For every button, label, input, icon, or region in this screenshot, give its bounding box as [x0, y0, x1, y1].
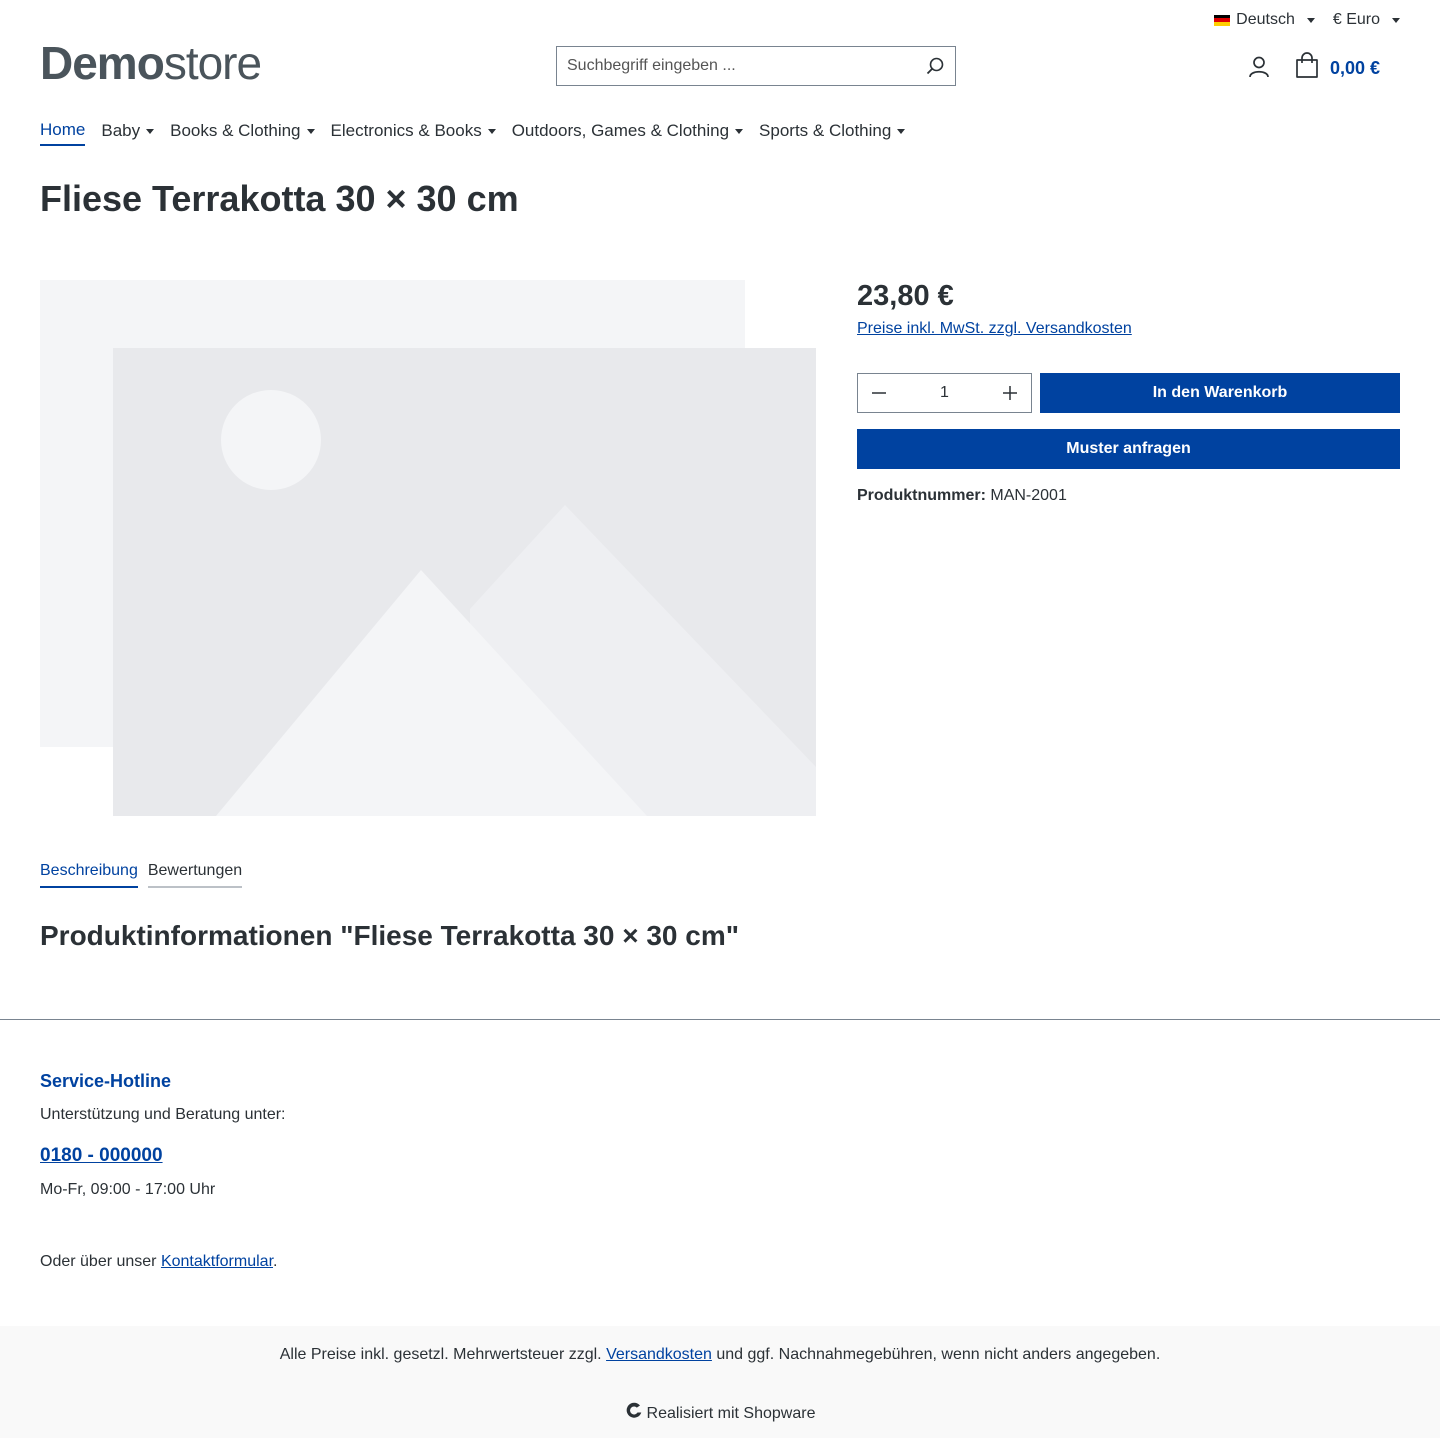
service-hotline-text: Unterstützung und Beratung unter: — [40, 1106, 286, 1123]
search-bar — [556, 46, 956, 86]
tab-description[interactable]: Beschreibung — [40, 862, 138, 888]
vat-notice: Alle Preise inkl. gesetzl. Mehrwertsteue… — [0, 1346, 1440, 1364]
nav-item-sports-clothing[interactable]: Sports & Clothing — [759, 120, 906, 146]
footer-bottom-bar: Alle Preise inkl. gesetzl. Mehrwertsteue… — [0, 1326, 1440, 1438]
contact-line: Oder über unser Kontaktformular. — [40, 1253, 277, 1271]
hotline-hours: Mo-Fr, 09:00 - 17:00 Uhr — [40, 1181, 216, 1198]
chevron-down-icon — [487, 128, 496, 134]
logo-light: store — [163, 37, 262, 89]
minus-icon[interactable] — [858, 374, 900, 412]
chevron-down-icon — [146, 128, 155, 134]
product-number-label: Produktnummer: — [857, 487, 986, 504]
logo[interactable]: Demostore — [40, 37, 262, 89]
top-bar: Deutsch € Euro — [1214, 8, 1400, 32]
cart-button[interactable]: 0,00 € — [1294, 52, 1380, 85]
add-to-cart-button[interactable]: In den Warenkorb — [1040, 373, 1400, 413]
request-sample-button[interactable]: Muster anfragen — [857, 429, 1400, 469]
product-image-placeholder — [40, 279, 816, 817]
nav-item-label: Home — [40, 120, 86, 139]
nav-item-label: Electronics & Books — [330, 121, 482, 140]
nav-item-outdoors-games-clothing[interactable]: Outdoors, Games & Clothing — [511, 120, 744, 146]
german-flag-icon — [1214, 14, 1231, 26]
product-number: Produktnummer: MAN-2001 — [857, 487, 1067, 505]
shipping-costs-link[interactable]: Versandkosten — [606, 1346, 712, 1363]
chevron-down-icon — [897, 128, 906, 134]
nav-item-label: Sports & Clothing — [759, 121, 892, 140]
vat-prefix: Alle Preise inkl. gesetzl. Mehrwertsteue… — [279, 1346, 607, 1363]
main-navigation: Home Baby Books & Clothing Electronics &… — [40, 120, 906, 146]
nav-item-label: Baby — [101, 121, 141, 140]
account-icon[interactable] — [1246, 54, 1272, 80]
footer-divider — [0, 1019, 1440, 1020]
contact-form-link[interactable]: Kontaktformular — [161, 1253, 273, 1270]
contact-suffix: . — [273, 1253, 278, 1270]
search-icon[interactable] — [915, 47, 955, 85]
cart-total: 0,00 € — [1330, 58, 1381, 78]
quantity-value[interactable]: 1 — [940, 384, 949, 402]
image-placeholder-icon — [40, 280, 816, 816]
nav-item-books-clothing[interactable]: Books & Clothing — [170, 120, 315, 146]
nav-item-electronics-books[interactable]: Electronics & Books — [331, 120, 496, 146]
nav-item-label: Books & Clothing — [170, 121, 301, 140]
powered-by[interactable]: Realisiert mit Shopware — [0, 1402, 1440, 1425]
plus-icon[interactable] — [989, 374, 1031, 412]
page-title: Fliese Terrakotta 30 × 30 cm — [40, 178, 519, 219]
product-price: 23,80 € — [857, 280, 954, 312]
nav-item-home[interactable]: Home — [40, 120, 86, 146]
currency-dropdown[interactable]: € Euro — [1333, 8, 1400, 32]
language-label: Deutsch — [1236, 11, 1295, 28]
tab-reviews[interactable]: Bewertungen — [147, 862, 243, 888]
contact-prefix: Oder über unser — [40, 1253, 161, 1270]
tax-shipping-link[interactable]: Preise inkl. MwSt. zzgl. Versandkosten — [857, 320, 1132, 338]
logo-bold: Demo — [40, 37, 165, 89]
product-info-title: Produktinformationen "Fliese Terrakotta … — [40, 920, 740, 951]
search-input[interactable] — [557, 47, 915, 85]
shopware-logo-icon — [625, 1402, 643, 1425]
quantity-stepper: 1 — [857, 373, 1032, 413]
currency-label: € Euro — [1332, 11, 1380, 28]
vat-suffix: und ggf. Nachnahmegebühren, wenn nicht a… — [711, 1346, 1161, 1363]
hotline-phone-link[interactable]: 0180 - 000000 — [40, 1145, 163, 1167]
chevron-down-icon — [306, 128, 315, 134]
chevron-down-icon — [1306, 17, 1315, 23]
product-tabs: Beschreibung Bewertungen — [40, 862, 243, 888]
language-dropdown[interactable]: Deutsch — [1214, 8, 1315, 32]
powered-by-label: Realisiert mit Shopware — [646, 1404, 816, 1422]
nav-item-label: Outdoors, Games & Clothing — [511, 121, 730, 140]
product-number-value: MAN-2001 — [990, 487, 1067, 504]
chevron-down-icon — [735, 128, 744, 134]
shopping-bag-icon — [1294, 52, 1320, 85]
service-hotline-title: Service-Hotline — [40, 1071, 172, 1091]
nav-item-baby[interactable]: Baby — [101, 120, 155, 146]
chevron-down-icon — [1392, 17, 1400, 23]
